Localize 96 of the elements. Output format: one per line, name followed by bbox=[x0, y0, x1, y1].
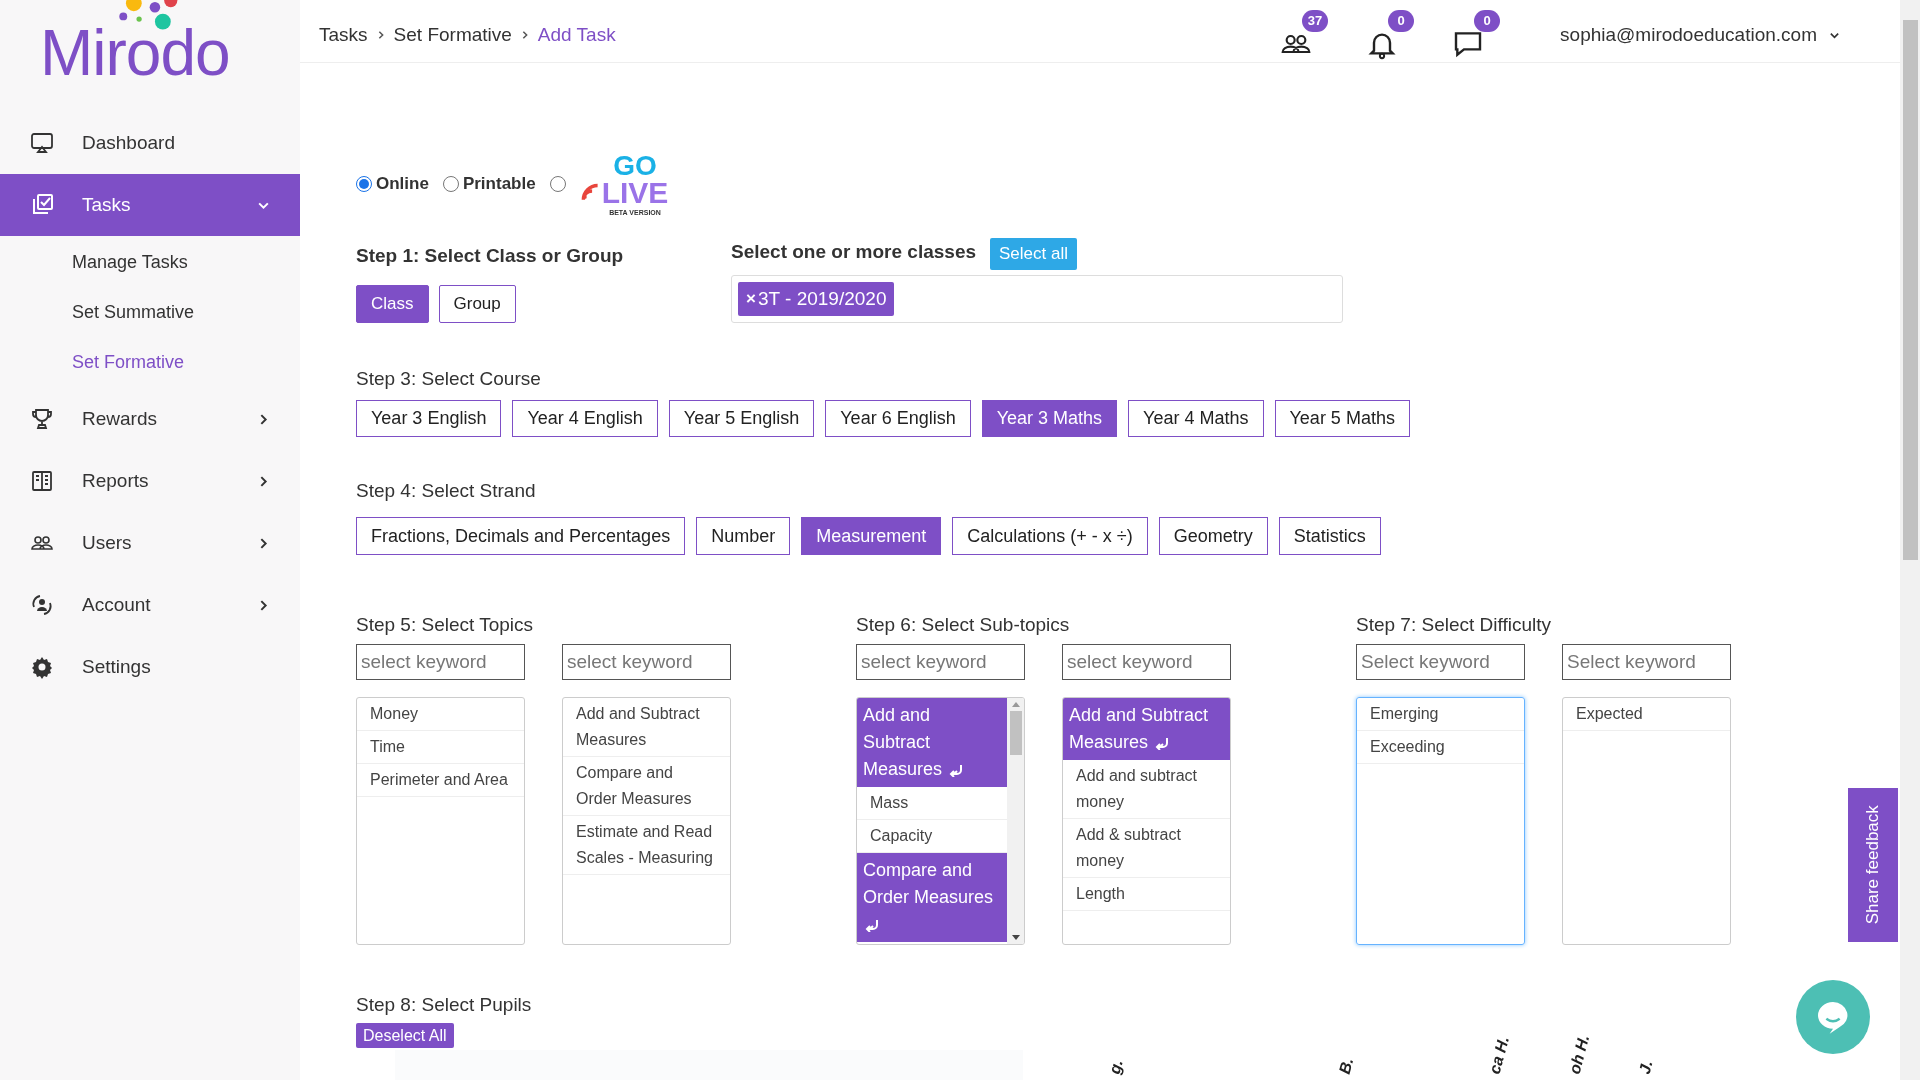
option-list[interactable]: Money Time Perimeter and Area bbox=[356, 696, 525, 945]
sidebar-item[interactable]: Dashboard bbox=[0, 112, 300, 174]
list-option[interactable]: Add and Subtract Measures bbox=[563, 697, 730, 757]
reply-arrow-icon bbox=[1153, 735, 1170, 750]
list-option[interactable]: Money bbox=[357, 697, 524, 731]
pupil-name: J. bbox=[1635, 1058, 1657, 1076]
option-button[interactable]: Year 3 Maths bbox=[981, 399, 1118, 437]
option-group-header[interactable]: Compare and Order Measures bbox=[857, 852, 1007, 942]
list-option[interactable]: Time bbox=[357, 730, 524, 764]
deselect-all-button[interactable]: Deselect All bbox=[356, 1023, 454, 1048]
count-badge: 0 bbox=[1388, 10, 1415, 32]
sidebar-item[interactable]: Tasks bbox=[0, 174, 300, 236]
option-button[interactable]: Year 4 Maths bbox=[1128, 399, 1264, 437]
option-group-header[interactable]: Add and Subtract Measures bbox=[857, 697, 1007, 787]
notification-button[interactable]: 37 bbox=[1280, 10, 1337, 60]
list-option[interactable]: Perimeter and Area bbox=[357, 763, 524, 797]
list-option[interactable]: Exceeding bbox=[1357, 730, 1524, 764]
keyword-search-field[interactable]: select keyword bbox=[856, 643, 1025, 680]
radio-option[interactable]: Printable bbox=[442, 171, 536, 197]
keyword-search-field[interactable]: select keyword bbox=[562, 643, 731, 680]
user-menu[interactable]: sophia@mirodoeducation.com bbox=[1560, 20, 1840, 50]
option-button[interactable]: Number bbox=[696, 517, 791, 555]
option-button[interactable]: Calculations (+ - x ÷) bbox=[952, 517, 1148, 555]
breadcrumb-link[interactable]: Add Task bbox=[537, 20, 616, 50]
section-label: Step 6: Select Sub-topics bbox=[856, 613, 1070, 637]
option-button[interactable]: Year 3 English bbox=[356, 399, 502, 437]
list-option[interactable]: Emerging bbox=[1357, 697, 1524, 731]
option-button[interactable]: Year 4 English bbox=[512, 399, 658, 437]
logo-text: LIVE bbox=[601, 178, 669, 207]
keyword-search-field[interactable]: Select keyword bbox=[1562, 643, 1731, 680]
section-label: Step 3: Select Course bbox=[356, 367, 541, 391]
notification-button[interactable]: 0 bbox=[1452, 10, 1509, 60]
section-label: Step 7: Select Difficulty bbox=[1356, 613, 1552, 637]
option-list[interactable]: Add and Subtract Measures Compare and Order Measures Estimate and Read Scales - Measuring bbox=[562, 696, 731, 945]
option-group-header[interactable]: Add and Subtract Measures bbox=[1063, 697, 1230, 760]
sidebar-item[interactable]: Users bbox=[0, 512, 300, 574]
section-label: Step 8: Select Pupils bbox=[356, 992, 532, 1017]
keyword-search-field[interactable]: select keyword bbox=[1062, 643, 1231, 680]
option-button[interactable]: Year 5 English bbox=[668, 399, 815, 437]
list-option[interactable]: Estimate and Read Scales - Measuring bbox=[563, 815, 730, 875]
list-scrollbar[interactable] bbox=[1007, 697, 1024, 944]
section-label: Step 4: Select Strand bbox=[356, 478, 536, 503]
keyword-search-field[interactable]: select keyword bbox=[356, 643, 525, 680]
list-option[interactable]: Add & subtract money bbox=[1063, 818, 1230, 878]
monitor-icon bbox=[30, 131, 54, 155]
class-select-field[interactable]: ×3T - 2019/2020 bbox=[731, 275, 1343, 323]
report-icon bbox=[30, 469, 54, 493]
option-button[interactable]: Class bbox=[356, 284, 429, 323]
sidebar-subitem[interactable]: Manage Tasks bbox=[0, 237, 300, 287]
sidebar-item[interactable]: Account bbox=[0, 574, 300, 636]
option-button[interactable]: Measurement bbox=[801, 517, 942, 555]
option-button[interactable]: Fractions, Decimals and Percentages bbox=[356, 517, 686, 555]
breadcrumb-link[interactable]: Tasks bbox=[319, 20, 368, 50]
option-list[interactable]: Expected bbox=[1562, 696, 1731, 945]
radio-option[interactable]: Online bbox=[356, 171, 429, 197]
pupil-name: oh H. bbox=[1565, 1032, 1594, 1076]
list-option[interactable]: Length bbox=[1063, 877, 1230, 911]
class-tag: ×3T - 2019/2020 bbox=[738, 282, 895, 316]
sidebar-item[interactable]: Reports bbox=[0, 450, 300, 512]
account-icon bbox=[30, 593, 54, 617]
count-badge: 0 bbox=[1474, 10, 1501, 32]
pupil-name: g. bbox=[1105, 1057, 1127, 1076]
section-label: Step 5: Select Topics bbox=[356, 613, 534, 637]
option-list[interactable]: Emerging Exceeding bbox=[1356, 696, 1525, 945]
list-option[interactable]: Compare and Order Measures bbox=[563, 756, 730, 816]
logo-text: Mirodo bbox=[40, 16, 230, 90]
option-button[interactable]: Year 6 English bbox=[825, 399, 971, 437]
option-button[interactable]: Geometry bbox=[1158, 517, 1268, 555]
settings-icon bbox=[30, 655, 54, 679]
reply-arrow-icon bbox=[947, 762, 964, 777]
reply-arrow-icon bbox=[863, 917, 879, 932]
option-button[interactable]: Group bbox=[438, 284, 516, 323]
section-label: Step 1: Select Class or Group bbox=[356, 244, 624, 268]
pupil-name: B. bbox=[1335, 1055, 1358, 1076]
sidebar-subitem[interactable]: Set Summative bbox=[0, 287, 300, 337]
feedback-tab[interactable]: Share feedback bbox=[1848, 788, 1898, 942]
sidebar-item[interactable]: Settings bbox=[0, 636, 300, 698]
trophy-icon bbox=[30, 407, 54, 431]
count-badge: 37 bbox=[1302, 10, 1329, 32]
sidebar-subitem[interactable]: Set Formative bbox=[0, 337, 300, 387]
checklist-icon bbox=[30, 193, 54, 217]
keyword-search-field[interactable]: Select keyword bbox=[1356, 643, 1525, 680]
list-option[interactable]: Add and subtract money bbox=[1063, 759, 1230, 819]
logo-text: GO bbox=[613, 152, 657, 179]
remove-tag-button[interactable]: × bbox=[746, 286, 756, 312]
option-list[interactable]: Add and Subtract Measures Mass Capacity Compare and Order Measures bbox=[856, 696, 1025, 945]
option-button[interactable]: Statistics bbox=[1278, 517, 1381, 555]
sidebar-item[interactable]: Rewards bbox=[0, 388, 300, 450]
list-option[interactable]: Expected bbox=[1563, 697, 1730, 731]
breadcrumb-link[interactable]: Set Formative bbox=[393, 20, 512, 50]
page-scrollbar[interactable] bbox=[1900, 0, 1920, 1080]
pupil-name: ca H. bbox=[1485, 1034, 1513, 1076]
section-label: Select one or more classes bbox=[731, 240, 976, 264]
option-list[interactable]: Add and Subtract Measures Add and subtract money Add & subtract money Length bbox=[1062, 696, 1231, 945]
notification-button[interactable]: 0 bbox=[1366, 10, 1423, 60]
option-button[interactable]: Year 5 Maths bbox=[1274, 399, 1410, 437]
